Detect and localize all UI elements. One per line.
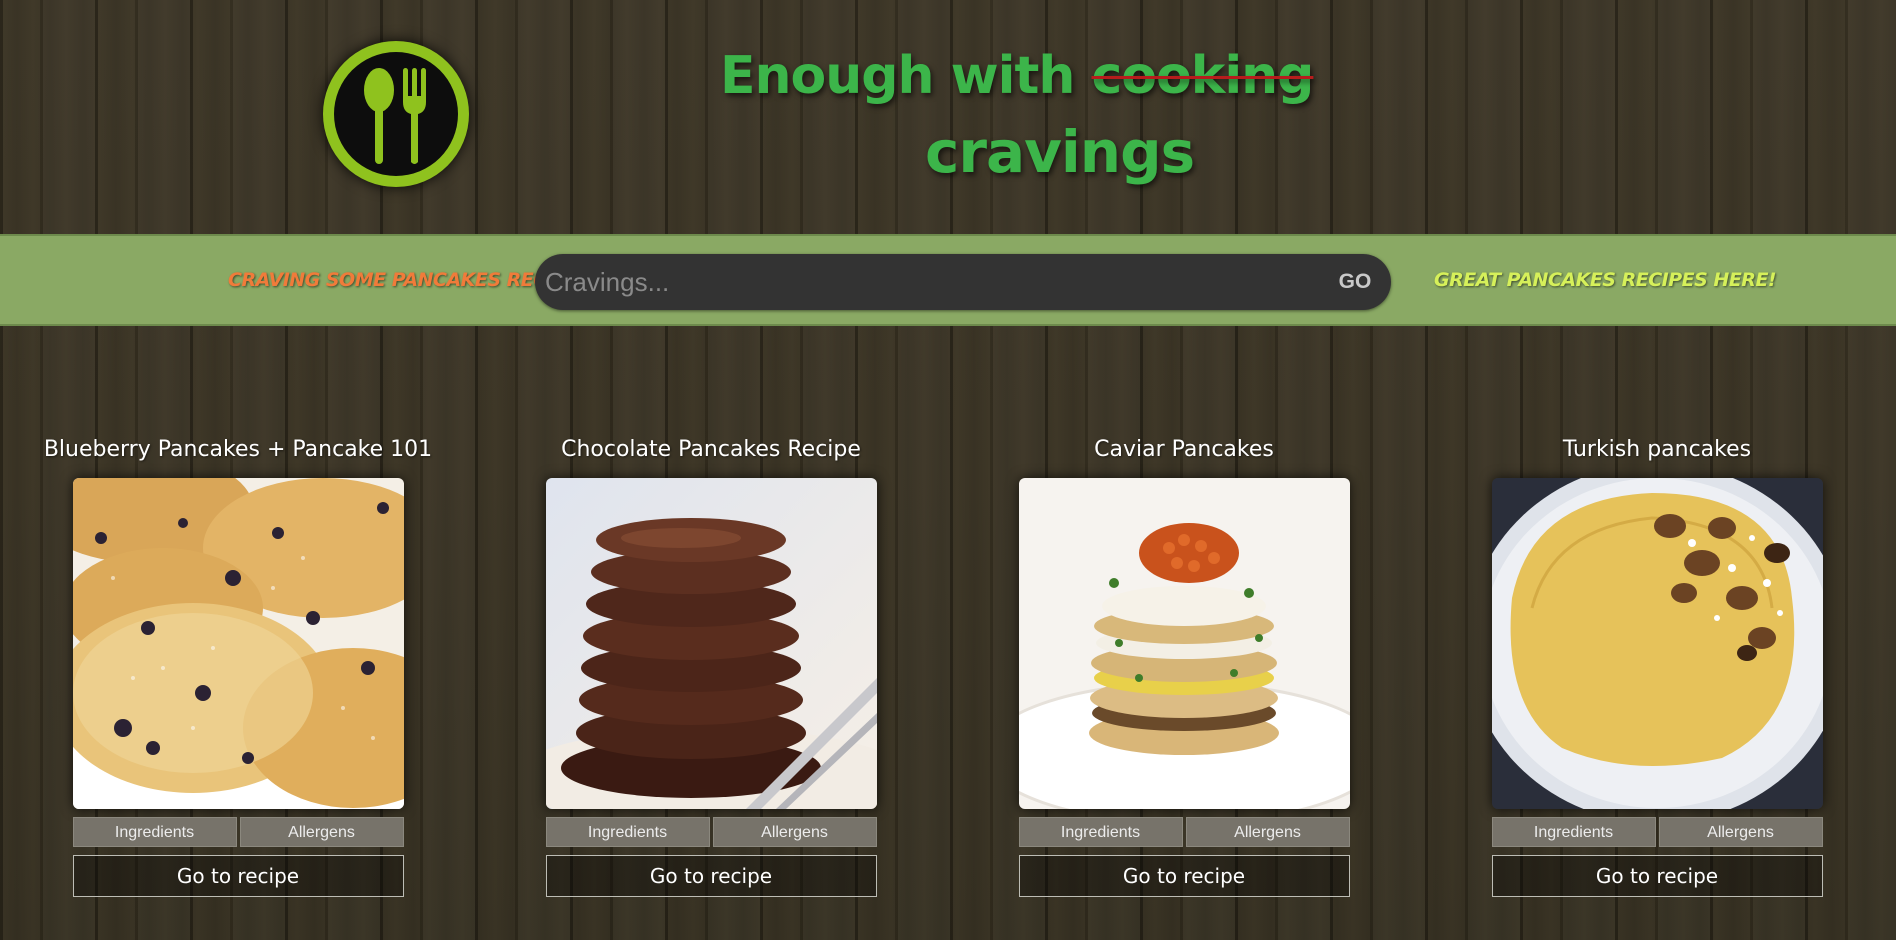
blueberry-pancakes-image xyxy=(72,478,404,809)
turkish-pancakes-image xyxy=(1491,478,1823,809)
go-to-recipe-button[interactable]: Go to recipe xyxy=(1491,855,1823,897)
logo-inner xyxy=(334,52,458,176)
headline-struck-word: cooking xyxy=(1091,46,1314,106)
logo[interactable] xyxy=(323,41,469,187)
chocolate-pancakes-image xyxy=(545,478,877,809)
recipe-title: Caviar Pancakes xyxy=(1094,437,1274,462)
allergens-tab[interactable]: Allergens xyxy=(239,817,404,847)
go-to-recipe-button[interactable]: Go to recipe xyxy=(1018,855,1350,897)
recipe-info-tabs: Ingredients Allergens xyxy=(1018,817,1350,847)
allergens-tab[interactable]: Allergens xyxy=(1658,817,1823,847)
recipe-image[interactable] xyxy=(72,478,404,809)
recipe-card-grid: Blueberry Pancakes + Pancake 101 Ingredi… xyxy=(0,430,1896,910)
ingredients-tab[interactable]: Ingredients xyxy=(545,817,710,847)
recipe-info-tabs: Ingredients Allergens xyxy=(72,817,404,847)
recipe-title: Turkish pancakes xyxy=(1562,437,1752,462)
spoon-fork-icon xyxy=(364,68,426,164)
ingredients-tab[interactable]: Ingredients xyxy=(72,817,237,847)
recipe-title: Chocolate Pancakes Recipe xyxy=(561,437,861,462)
search-input[interactable] xyxy=(535,254,1319,310)
recipe-card: Turkish pancakes Ingredients Allergens G… xyxy=(1457,430,1857,897)
recipe-image[interactable] xyxy=(1491,478,1823,809)
recipe-card: Chocolate Pancakes Recipe Ingredients Al… xyxy=(511,430,911,897)
caviar-pancakes-image xyxy=(1018,478,1350,809)
go-to-recipe-button[interactable]: Go to recipe xyxy=(545,855,877,897)
page-headline: Enough with cooking cravings xyxy=(720,40,1314,190)
search-bar: GO xyxy=(535,254,1391,310)
headline-line-2: cravings xyxy=(925,118,1195,186)
search-banner: Craving some pancakes recipes? GO Great … xyxy=(0,234,1896,326)
recipe-image[interactable] xyxy=(1018,478,1350,809)
recipe-image[interactable] xyxy=(545,478,877,809)
recipe-info-tabs: Ingredients Allergens xyxy=(545,817,877,847)
headline-prefix: Enough with xyxy=(720,46,1092,106)
recipe-card: Caviar Pancakes Ingredients Allergens Go… xyxy=(984,430,1384,897)
recipe-title: Blueberry Pancakes + Pancake 101 xyxy=(43,437,433,462)
allergens-tab[interactable]: Allergens xyxy=(712,817,877,847)
banner-right-tagline: Great pancakes recipes here! xyxy=(1434,269,1777,291)
go-to-recipe-button[interactable]: Go to recipe xyxy=(72,855,404,897)
allergens-tab[interactable]: Allergens xyxy=(1185,817,1350,847)
headline-line-1: Enough with cooking xyxy=(720,46,1314,106)
recipe-card: Blueberry Pancakes + Pancake 101 Ingredi… xyxy=(38,430,438,897)
recipe-info-tabs: Ingredients Allergens xyxy=(1491,817,1823,847)
go-button[interactable]: GO xyxy=(1319,254,1391,310)
ingredients-tab[interactable]: Ingredients xyxy=(1491,817,1656,847)
ingredients-tab[interactable]: Ingredients xyxy=(1018,817,1183,847)
